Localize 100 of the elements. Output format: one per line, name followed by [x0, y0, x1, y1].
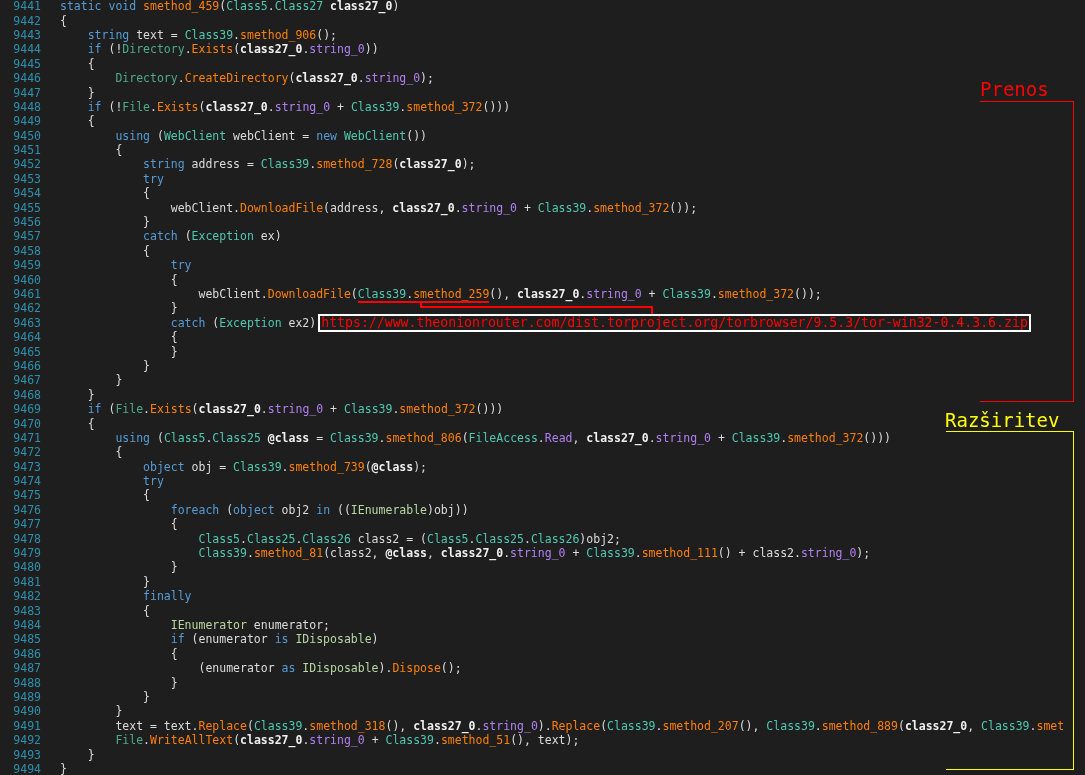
code-line: finally: [142, 589, 192, 604]
line-number: 9491: [12, 718, 41, 733]
code-line: }: [86, 85, 95, 100]
line-number: 9453: [12, 171, 41, 186]
line-number: 9469: [12, 402, 41, 417]
line-number: 9454: [12, 186, 41, 201]
line-number: 9455: [12, 200, 41, 215]
code-line: {: [114, 143, 123, 158]
code-line: }: [142, 215, 150, 230]
code-line: webClient.DownloadFile(Class39.smethod_259(), class27_0.string_0 + Class39.smethod_372());: [197, 287, 822, 301]
line-number: 9481: [12, 574, 41, 589]
code-line: if (!File.Exists(class27_0.string_0 + Class39.smethod_372())): [86, 99, 511, 114]
code-line: }: [169, 344, 178, 359]
line-number: 9461: [12, 287, 41, 301]
line-number: 9478: [12, 531, 41, 546]
code-line: static void smethod_459(Class5.Class27 class27_0): [60, 0, 400, 14]
line-number: 9490: [12, 704, 41, 719]
code-line: {: [114, 445, 123, 460]
line-number: 9449: [12, 114, 41, 129]
annotation-label: Prenos: [980, 78, 1049, 100]
line-number: 9451: [12, 143, 41, 158]
code-line: }: [142, 689, 150, 704]
line-number: 9462: [12, 301, 41, 316]
code-line: catch (Exception ex2): [169, 315, 317, 330]
code-line: {: [60, 13, 67, 28]
line-number: 9458: [12, 243, 41, 258]
code-line: if (File.Exists(class27_0.string_0 + Class39.smethod_372())): [86, 402, 504, 417]
line-number: 9474: [12, 474, 41, 489]
code-line: Class5.Class25.Class26 class2 = (Class5.Class25.Class26)obj2;: [197, 531, 621, 546]
code-line: (enumerator as IDisposable).Dispose();: [197, 661, 462, 676]
line-number: 9464: [12, 330, 41, 345]
code-line: using (Class5.Class25 @class = Class39.smethod_806(FileAccess.Read, class27_0.string_0 + Class39.smethod_372())): [114, 430, 892, 445]
line-number: 9492: [12, 733, 41, 748]
line-number: 9485: [12, 632, 41, 647]
line-number: 9465: [12, 344, 41, 359]
line-number: 9444: [12, 42, 41, 57]
code-line: string text = Class39.smethod_906();: [86, 27, 337, 42]
line-number: 9467: [12, 373, 41, 388]
code-line: webClient.DownloadFile(address, class27_0.string_0 + Class39.smethod_372());: [169, 200, 698, 215]
line-number: 9457: [12, 229, 41, 244]
line-number: 9486: [12, 646, 41, 661]
code-line: {: [86, 114, 95, 129]
url-callout: https://www.theonionrouter.com/dist.torproject.org/torbrowser/9.5.3/tor-win32-0.4.3.6.zip: [318, 313, 1031, 332]
line-number: 9441: [12, 0, 41, 14]
code-line: if (!Directory.Exists(class27_0.string_0)): [86, 42, 379, 57]
code-line: catch (Exception ex): [142, 229, 282, 244]
code-line: {: [142, 186, 150, 201]
line-number: 9442: [12, 13, 41, 28]
line-number: 9489: [12, 689, 41, 704]
line-number: 9456: [12, 215, 41, 230]
code-line: }: [169, 301, 178, 316]
code-line: }: [86, 747, 95, 762]
line-number: 9477: [12, 517, 41, 532]
line-number: 9475: [12, 488, 41, 503]
code-line: }: [114, 373, 123, 388]
line-number: 9470: [12, 416, 41, 431]
code-line: {: [86, 56, 95, 71]
code-line: IEnumerator enumerator;: [169, 618, 331, 632]
line-number: 9472: [12, 445, 41, 460]
code-line: text = text.Replace(Class39.smethod_318(), class27_0.string_0).Replace(Class39.smethod_207(), Class39.smethod_889(class27_0, Class39.smet: [114, 718, 1065, 733]
line-number: 9483: [12, 603, 41, 618]
code-line: }: [169, 675, 178, 690]
line-number: 9487: [12, 661, 41, 676]
line-number: 9452: [12, 157, 41, 172]
line-number: 9473: [12, 459, 41, 474]
line-number: 9493: [12, 747, 41, 762]
code-line: {: [86, 416, 95, 431]
code-line: foreach (object obj2 in ((IEnumerable)obj)): [169, 502, 469, 517]
code-line: Directory.CreateDirectory(class27_0.string_0);: [114, 71, 434, 86]
line-number: 9448: [12, 99, 41, 114]
line-number: 9459: [12, 258, 41, 273]
line-number: 9471: [12, 430, 41, 445]
line-number: 9466: [12, 358, 41, 373]
line-number: 9460: [12, 272, 41, 287]
line-number: 9463: [12, 315, 41, 330]
line-number: 9468: [12, 387, 41, 402]
line-number: 9443: [12, 27, 41, 42]
code-line: {: [142, 603, 150, 618]
annotation-label: Razširitev: [945, 409, 1060, 431]
code-line: {: [142, 243, 150, 258]
code-line: try: [142, 474, 164, 489]
code-line: {: [169, 646, 178, 661]
code-line: object obj = Class39.smethod_739(@class);: [142, 459, 427, 474]
line-number: 9447: [12, 85, 41, 100]
code-line: File.WriteAllText(class27_0.string_0 + Class39.smethod_51(), text);: [114, 733, 580, 748]
line-number: 9494: [12, 761, 41, 775]
line-number: 9484: [12, 618, 41, 632]
line-number: 9446: [12, 71, 41, 86]
code-line: try: [169, 258, 192, 273]
code-line: {: [142, 488, 150, 503]
code-line: try: [142, 171, 164, 186]
code-line: }: [114, 704, 123, 719]
code-line: {: [169, 517, 178, 532]
code-line: }: [60, 761, 67, 775]
code-line: using (WebClient webClient = new WebClient()): [114, 128, 427, 143]
code-line: }: [142, 574, 150, 589]
line-number: 9450: [12, 128, 41, 143]
code-line: }: [86, 387, 95, 402]
line-number: 9479: [12, 546, 41, 561]
line-number: 9480: [12, 560, 41, 575]
